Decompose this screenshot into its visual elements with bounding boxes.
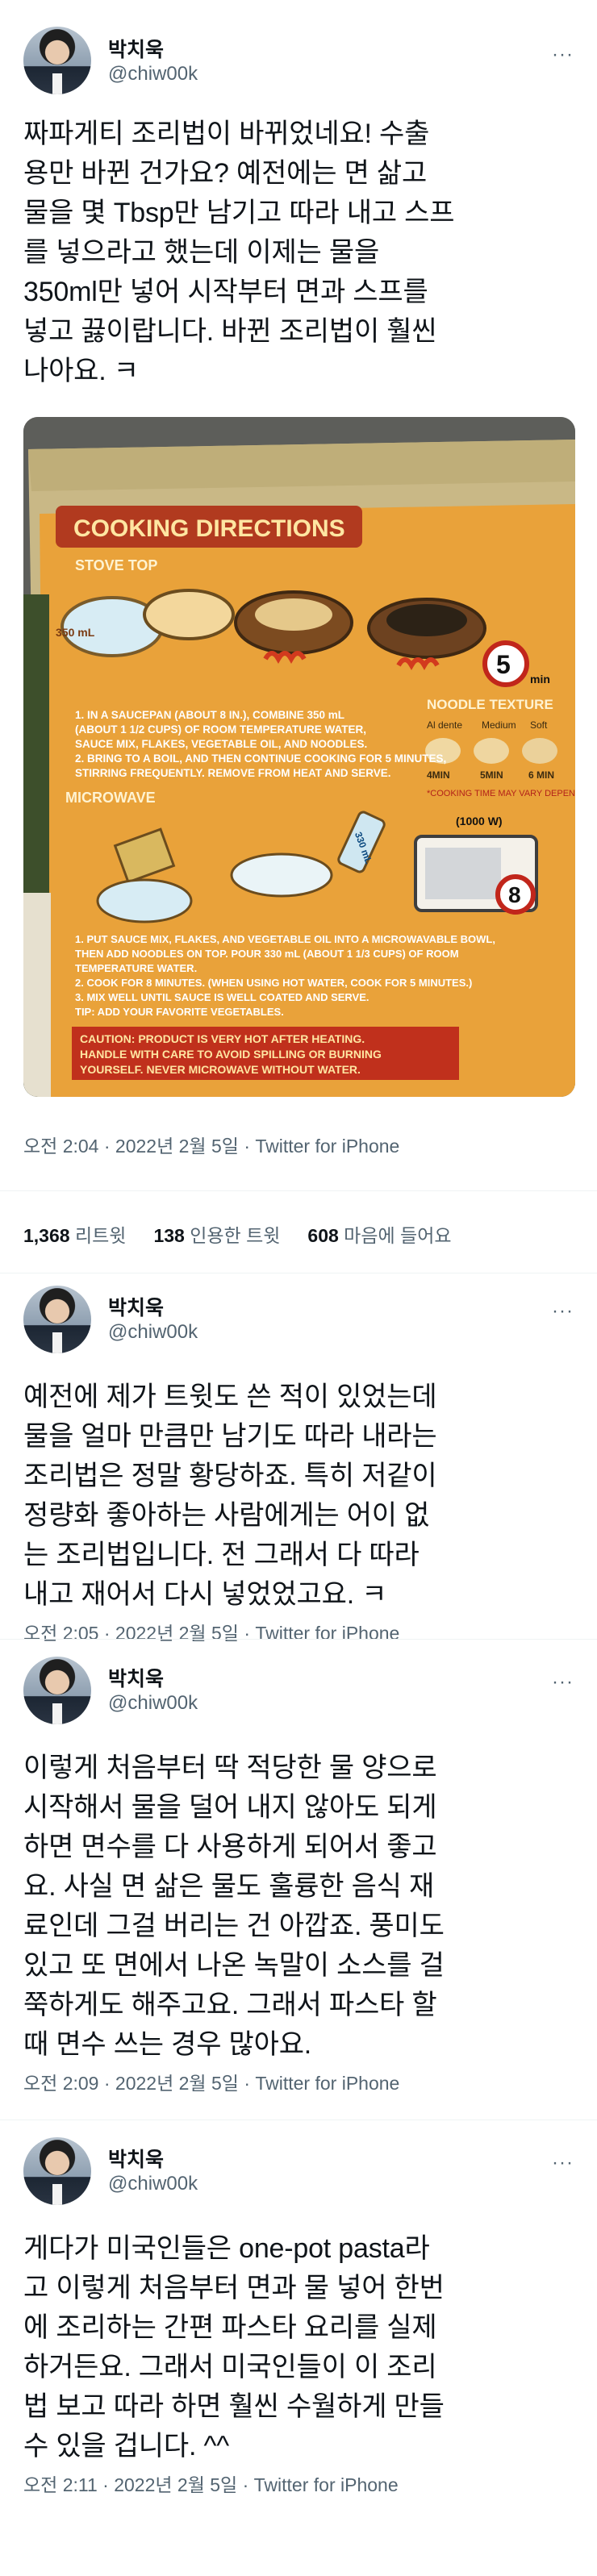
avatar[interactable] [23, 1286, 91, 1353]
photo-time-3: 6 MIN [528, 769, 554, 781]
retweets-label: 리트윗 [74, 1225, 127, 1246]
photo-measure: 350 mL [56, 626, 95, 639]
more-dots-icon[interactable]: ··· [552, 1302, 576, 1321]
photo-mw-step: 2. COOK FOR 8 MINUTES. (WHEN USING HOT W… [75, 977, 472, 989]
photo-texture-2: Medium [482, 719, 516, 731]
more-dots-icon[interactable]: ··· [552, 45, 576, 65]
tweet-text: 짜파게티 조리법이 바뀌었네요! 수출 용만 바뀐 건가요? 예전에는 면 삶고… [23, 119, 455, 386]
author-name[interactable]: 박치욱 [108, 1663, 164, 1692]
photo-stove-step: 2. BRING TO A BOIL, AND THEN CONTINUE CO… [75, 752, 446, 765]
tweet-2: 박치욱 @chiw00k ··· 예전에 제가 트윗도 쓴 적이 있었는데 물을… [0, 1274, 597, 1644]
photo-timer-microwave: 8 [508, 882, 521, 907]
tweet-timestamp[interactable]: 오전 2:09 · 2022년 2월 5일 · Twitter for iPho… [23, 2068, 399, 2095]
quotes-label: 인용한 트윗 [190, 1225, 281, 1246]
tweet-photo[interactable]: COOKING DIRECTIONS STOVE TOP 350 mL 5 mi… [23, 417, 575, 1097]
photo-stove-step: STIRRING FREQUENTLY. REMOVE FROM HEAT AN… [75, 767, 391, 779]
tweet-stats: 1,368 리트윗 138 인용한 트윗 608 마음에 들어요 [23, 1220, 479, 1248]
quotes-stat[interactable]: 138 인용한 트윗 [153, 1225, 280, 1246]
tweet-4: 박치욱 @chiw00k ··· 게다가 미국인들은 one-pot pasta… [0, 2126, 597, 2576]
likes-label: 마음에 들어요 [344, 1225, 452, 1246]
photo-stove-top: STOVE TOP [75, 557, 157, 573]
likes-count: 608 [307, 1225, 339, 1246]
more-dots-icon[interactable]: ··· [552, 2153, 576, 2173]
photo-mw-step: TEMPERATURE WATER. [75, 962, 197, 974]
photo-mw-step: TIP: ADD YOUR FAVORITE VEGETABLES. [75, 1006, 284, 1018]
divider [0, 1190, 597, 1191]
photo-stove-step: (ABOUT 1 1/2 CUPS) OF ROOM TEMPERATURE W… [75, 723, 366, 736]
photo-time-1: 4MIN [427, 769, 450, 781]
avatar[interactable] [23, 2137, 91, 2205]
photo-mw-step: 3. MIX WELL UNTIL SAUCE IS WELL COATED A… [75, 991, 369, 1003]
photo-caution: YOURSELF. NEVER MICROWAVE WITHOUT WATER. [80, 1063, 361, 1076]
photo-microwave-power: (1000 W) [456, 815, 503, 827]
photo-mw-step: THEN ADD NOODLES ON TOP. POUR 330 mL (AB… [75, 948, 459, 960]
photo-time-2: 5MIN [480, 769, 503, 781]
photo-stove-step: SAUCE MIX, FLAKES, VEGETABLE OIL, AND NO… [75, 738, 367, 750]
tweet-text: 게다가 미국인들은 one-pot pasta라 고 이렇게 처음부터 면과 물… [23, 2233, 445, 2461]
photo-caution: CAUTION: PRODUCT IS VERY HOT AFTER HEATI… [80, 1032, 365, 1045]
likes-stat[interactable]: 608 마음에 들어요 [307, 1225, 451, 1246]
photo-timer-stove: 5 [496, 650, 511, 679]
tweet-text: 예전에 제가 트윗도 쓴 적이 있었는데 물을 얼마 만큼만 남기도 따라 내라… [23, 1382, 437, 1610]
photo-microwave: MICROWAVE [65, 790, 156, 806]
tweet-1: 박치욱 @chiw00k ··· 짜파게티 조리법이 바뀌었네요! 수출 용만 … [0, 0, 597, 1274]
photo-mw-step: 1. PUT SAUCE MIX, FLAKES, AND VEGETABLE … [75, 933, 495, 945]
author-handle[interactable]: @chiw00k [108, 1692, 198, 1715]
photo-heading: COOKING DIRECTIONS [73, 515, 345, 542]
author-handle[interactable]: @chiw00k [108, 63, 198, 85]
tweet-timestamp[interactable]: 오전 2:04 · 2022년 2월 5일 · Twitter for iPho… [23, 1131, 399, 1158]
tweet-timestamp[interactable]: 오전 2:11 · 2022년 2월 5일 · Twitter for iPho… [23, 2470, 399, 2497]
retweets-stat[interactable]: 1,368 리트윗 [23, 1225, 126, 1246]
tweet-timestamp[interactable]: 오전 2:05 · 2022년 2월 5일 · Twitter for iPho… [23, 1618, 399, 1645]
author-name[interactable]: 박치욱 [108, 1292, 164, 1321]
author-handle[interactable]: @chiw00k [108, 2173, 198, 2195]
author-name[interactable]: 박치욱 [108, 2144, 164, 2173]
photo-stove-step: 1. IN A SAUCEPAN (ABOUT 8 IN.), COMBINE … [75, 709, 344, 721]
photo-noodle-texture: NOODLE TEXTURE [427, 697, 553, 712]
divider [0, 1639, 597, 1640]
quotes-count: 138 [153, 1225, 185, 1246]
avatar[interactable] [23, 1657, 91, 1724]
photo-texture-3: Soft [530, 719, 548, 731]
photo-caution: HANDLE WITH CARE TO AVOID SPILLING OR BU… [80, 1048, 382, 1061]
author-handle[interactable]: @chiw00k [108, 1321, 198, 1344]
retweets-count: 1,368 [23, 1225, 70, 1246]
avatar[interactable] [23, 27, 91, 94]
photo-texture-1: Al dente [427, 719, 462, 731]
more-dots-icon[interactable]: ··· [552, 1673, 576, 1692]
tweet-text: 이렇게 처음부터 딱 적당한 물 양으로 시작해서 물을 덜어 내지 않아도 되… [23, 1753, 445, 2060]
photo-note: *COOKING TIME MAY VARY DEPENDING ON MICR… [427, 789, 575, 798]
photo-timer-unit: min [530, 673, 550, 686]
author-name[interactable]: 박치욱 [108, 34, 164, 63]
tweet-3: 박치욱 @chiw00k ··· 이렇게 처음부터 딱 적당한 물 양으로 시작… [0, 1645, 597, 2129]
